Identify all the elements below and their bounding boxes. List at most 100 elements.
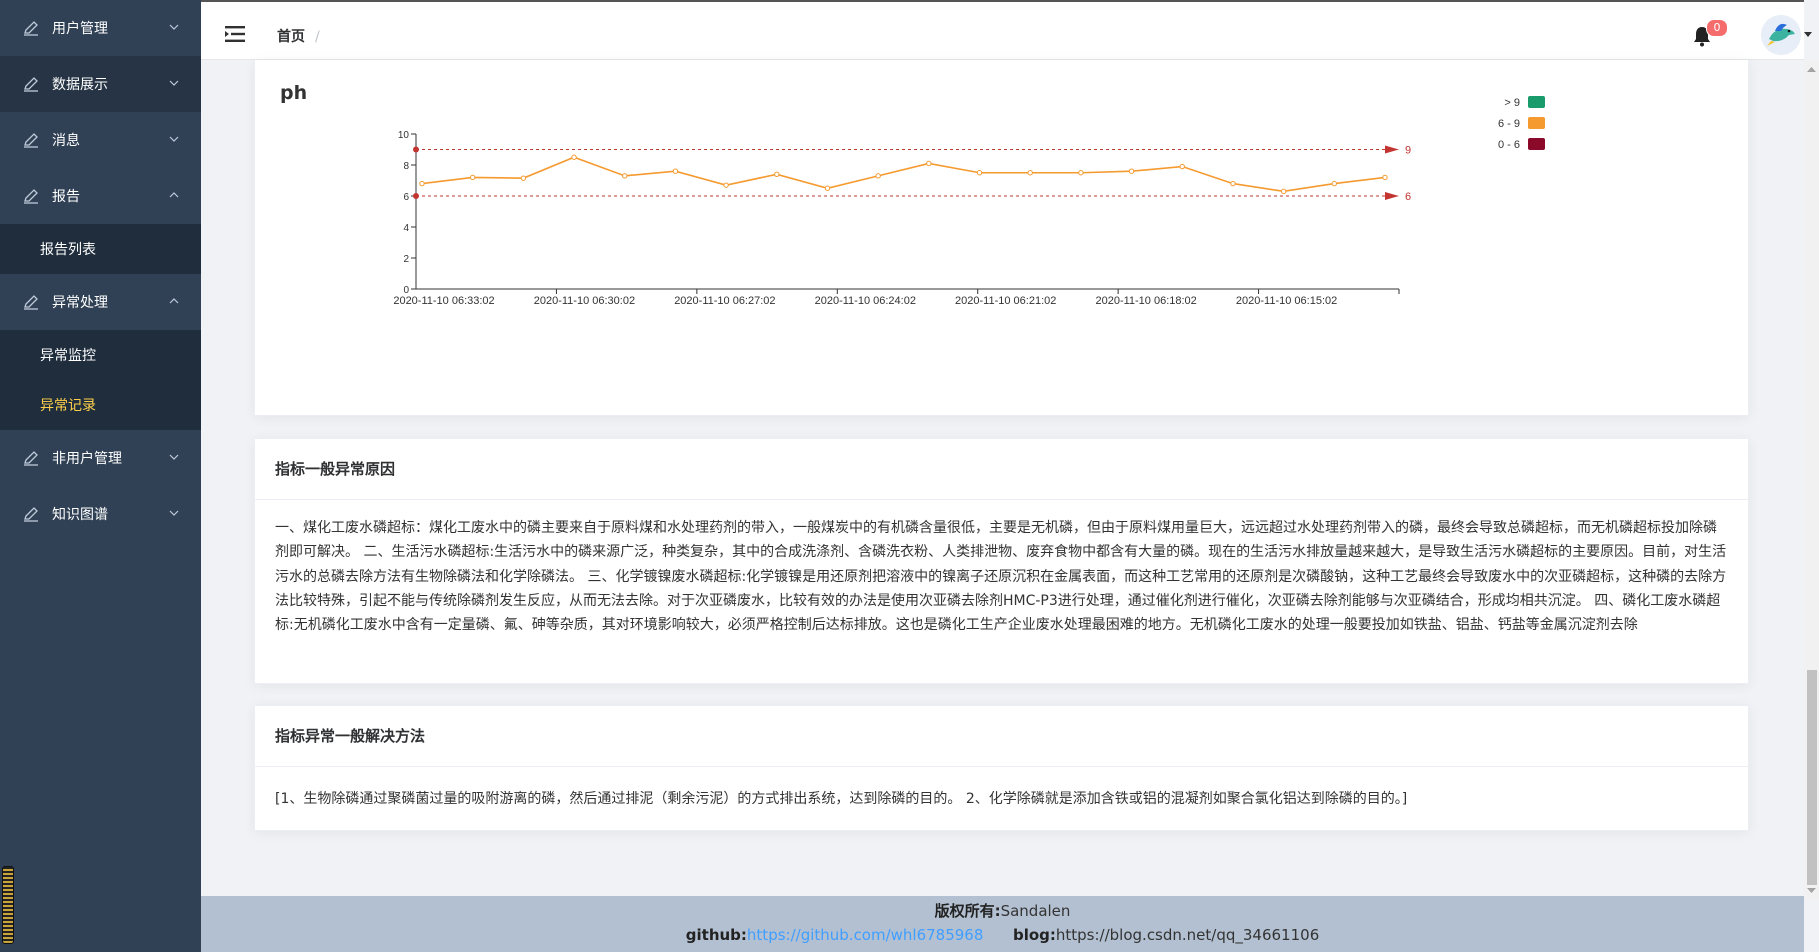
ph-data-point (976, 170, 983, 176)
legend-label: 6 - 9 (1498, 118, 1520, 130)
scroll-thumb[interactable] (1807, 670, 1817, 885)
threshold-start-dot (413, 146, 419, 153)
edit-icon (24, 507, 38, 522)
menu-knowledge-graph[interactable]: 知识图谱 (0, 486, 201, 542)
blog-label: blog: (1012, 926, 1056, 944)
menu-label: 异常处理 (52, 295, 108, 311)
y-tick-label: 8 (403, 161, 409, 172)
notification-badge: 0 (1706, 19, 1728, 37)
chevron-up-icon (169, 298, 179, 304)
solutions-title: 指标异常一般解决方法 (255, 706, 1748, 767)
menu-non-user-management[interactable]: 非用户管理 (0, 430, 201, 486)
ph-data-point (774, 171, 780, 178)
ph-data-point (875, 173, 881, 179)
ph-data-point (1382, 174, 1388, 181)
ph-data-point (622, 173, 628, 179)
sidebar: 用户管理 数据展示 消息 报告 报告列表 异常处理 异常监控 异常记录 非用户管… (0, 0, 201, 952)
x-tick-label: 2020-11-10 06:18:02 (1095, 295, 1196, 307)
breadcrumb-home[interactable]: 首页 (277, 29, 305, 45)
submenu-anomaly-records[interactable]: 异常记录 (0, 380, 201, 430)
x-tick-label: 2020-11-10 06:15:02 (1236, 295, 1337, 307)
ph-data-point (1331, 180, 1338, 187)
edit-icon (24, 133, 38, 148)
chevron-down-icon (169, 80, 179, 86)
ph-data-point (1179, 163, 1185, 170)
x-tick-label: 2020-11-10 06:21:02 (955, 295, 1056, 307)
menu-label: 非用户管理 (52, 451, 122, 467)
causes-text: 一、煤化工废水磷超标：煤化工废水中的磷主要来自于原料煤和水处理药剂的带入，一般煤… (275, 520, 1727, 634)
ph-data-point (723, 182, 729, 188)
ph-data-point (1128, 168, 1135, 174)
edit-icon (24, 189, 38, 204)
menu-label: 数据展示 (52, 77, 108, 93)
chevron-down-icon (169, 454, 179, 460)
menu-messages[interactable]: 消息 (0, 112, 201, 168)
edit-icon (24, 295, 38, 310)
scroll-up-icon[interactable] (1804, 64, 1819, 76)
chevron-down-icon (169, 136, 179, 142)
chevron-down-icon (169, 510, 179, 516)
hamburger-icon[interactable] (225, 26, 245, 42)
legend-swatch (1528, 117, 1545, 129)
ph-data-point (926, 160, 932, 167)
y-tick-label: 6 (403, 192, 409, 203)
github-label: github: (685, 926, 747, 944)
threshold-arrow (1385, 192, 1399, 200)
ph-data-point (469, 174, 476, 181)
ph-data-point (824, 185, 831, 191)
y-tick-label: 2 (403, 254, 409, 265)
y-tick-label: 10 (398, 130, 410, 141)
copyright-value: Sandalen (1000, 902, 1071, 920)
top-navbar: 首页 / 0 (201, 0, 1812, 60)
blog-link[interactable]: https://blog.csdn.net/qq_34661106 (1056, 926, 1319, 944)
menu-label: 报告 (52, 189, 80, 205)
legend-label: 0 - 6 (1498, 139, 1520, 151)
chevron-down-icon (169, 24, 179, 30)
submenu-report-list[interactable]: 报告列表 (0, 224, 201, 274)
threshold-label: 6 (1405, 191, 1411, 203)
footer: 版权所有:Sandalen github:https://github.com/… (201, 896, 1804, 952)
menu-anomaly-handling[interactable]: 异常处理 (0, 274, 201, 330)
legend-label: > 9 (1504, 97, 1520, 109)
chevron-up-icon (169, 192, 179, 198)
ph-series-line (421, 156, 1386, 193)
volume-indicator (2, 866, 14, 944)
page-scrollbar[interactable] (1804, 60, 1819, 900)
ph-data-point (419, 180, 425, 187)
footer-links: github:https://github.com/whl6785968 blo… (201, 926, 1804, 944)
legend-swatch (1528, 96, 1545, 108)
causes-title: 指标一般异常原因 (255, 439, 1748, 500)
legend-swatch (1528, 138, 1545, 150)
ph-data-point (1280, 188, 1287, 195)
x-tick-label: 2020-11-10 06:27:02 (674, 295, 775, 307)
ph-data-point (1078, 170, 1084, 176)
menu-reports[interactable]: 报告 (0, 168, 201, 224)
avatar[interactable] (1761, 15, 1801, 55)
threshold-start-dot (413, 193, 419, 199)
causes-card: 指标一般异常原因 一、煤化工废水磷超标：煤化工废水中的磷主要来自于原料煤和水处理… (254, 438, 1749, 684)
edit-icon (24, 77, 38, 92)
copyright-label: 版权所有: (934, 902, 1001, 920)
submenu-anomaly-monitor[interactable]: 异常监控 (0, 330, 201, 380)
y-tick-label: 4 (403, 223, 409, 234)
ph-data-point (1027, 170, 1033, 176)
ph-line-chart: 02468102020-11-10 06:33:02 2020-11-10 06:… (393, 96, 1545, 307)
chart-card: ph 0 2 4 6 8 10 2020-11-10 06:33:02 2020-11-10 … (254, 60, 1749, 416)
menu-data-display[interactable]: 数据展示 (0, 56, 201, 112)
caret-down-icon[interactable] (1804, 32, 1812, 38)
x-tick-label: 2020-11-10 06:33:02 (393, 295, 494, 307)
x-tick-label: 2020-11-10 06:30:02 (534, 295, 635, 307)
menu-user-management[interactable]: 用户管理 (0, 0, 201, 56)
scroll-down-icon[interactable] (1804, 884, 1819, 896)
menu-label: 消息 (52, 133, 80, 149)
ph-data-point (1230, 180, 1236, 187)
ph-data-point (571, 154, 577, 160)
ph-data-point (520, 175, 527, 181)
footer-copyright: 版权所有:Sandalen (201, 900, 1804, 921)
menu-label: 用户管理 (52, 21, 108, 37)
breadcrumb-separator: / (315, 29, 320, 45)
github-link[interactable]: https://github.com/whl6785968 (747, 926, 983, 944)
breadcrumb: 首页 / (277, 26, 320, 46)
edit-icon (24, 451, 38, 466)
solutions-text: [1、生物除磷通过聚磷菌过量的吸附游离的磷，然后通过排泥（剩余污泥）的方式排出系… (275, 791, 1408, 807)
